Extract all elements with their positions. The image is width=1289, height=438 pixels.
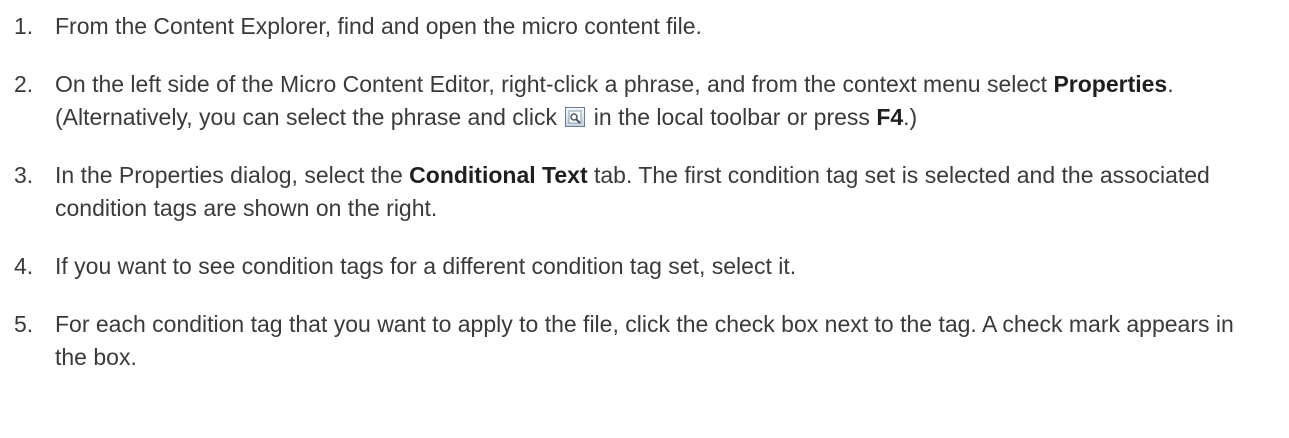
step-number: 1. <box>14 13 34 39</box>
step-2: 2. On the left side of the Micro Content… <box>0 68 1289 134</box>
step-3: 3. In the Properties dialog, select the … <box>0 159 1289 225</box>
step-4: 4. If you want to see condition tags for… <box>0 250 1289 283</box>
step-text: If you want to see condition tags for a … <box>55 253 797 279</box>
step-1: 1. From the Content Explorer, find and o… <box>0 10 1289 43</box>
step-5: 5. For each condition tag that you want … <box>0 308 1289 374</box>
step-number: 2. <box>14 71 34 97</box>
step-number: 4. <box>14 253 34 279</box>
ui-term-f4: F4 <box>876 104 904 130</box>
ui-term-properties: Properties <box>1053 71 1168 97</box>
step-text: From the Content Explorer, find and open… <box>55 13 702 39</box>
properties-icon <box>565 107 586 127</box>
procedure-steps: 1. From the Content Explorer, find and o… <box>0 0 1289 374</box>
step-text: For each condition tag that you want to … <box>55 311 1234 370</box>
step-number: 3. <box>14 162 34 188</box>
step-text: On the left side of the Micro Content Ed… <box>55 71 1054 97</box>
step-number: 5. <box>14 311 34 337</box>
step-text: in the local toolbar or press <box>587 104 877 130</box>
step-text: In the Properties dialog, select the <box>55 162 410 188</box>
step-text: .) <box>903 104 918 130</box>
ui-term-conditional-text: Conditional Text <box>409 162 588 188</box>
